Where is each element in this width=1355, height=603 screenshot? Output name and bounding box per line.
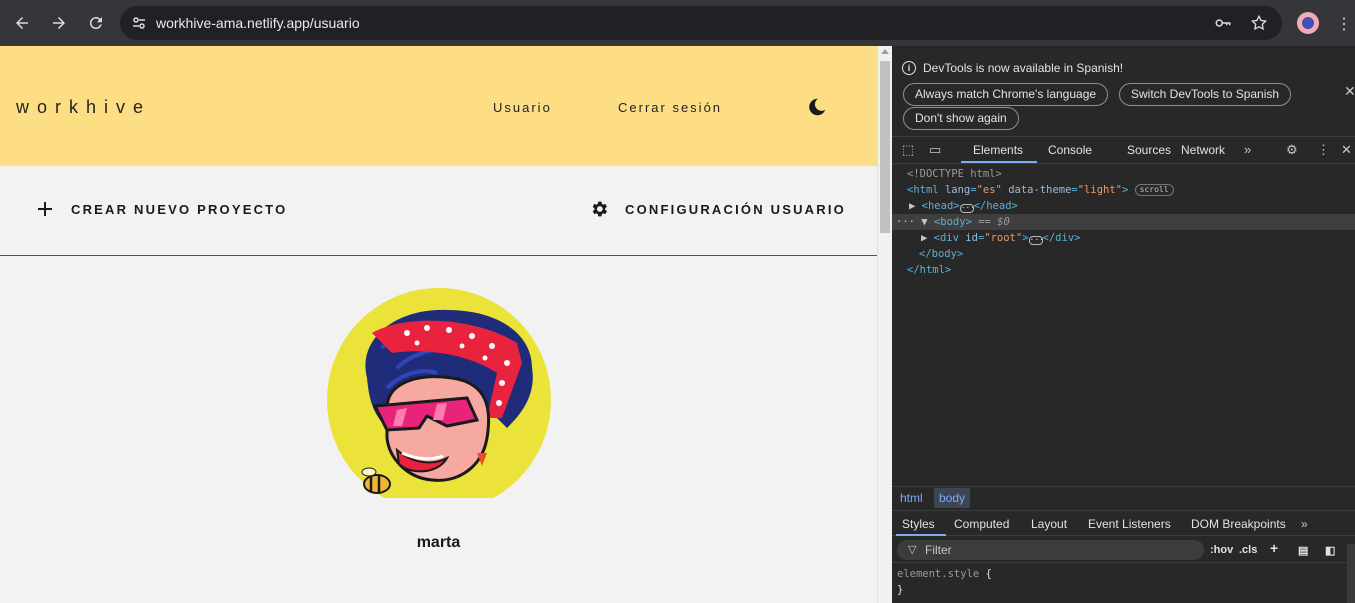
inspect-element-icon[interactable]: ⬚ bbox=[902, 142, 914, 158]
crumb-html[interactable]: html bbox=[900, 491, 923, 505]
dark-mode-toggle-icon[interactable] bbox=[806, 96, 828, 118]
profile-avatar[interactable] bbox=[1297, 12, 1319, 34]
url-text[interactable]: workhive-ama.netlify.app/usuario bbox=[156, 15, 360, 31]
tab-layout[interactable]: Layout bbox=[1031, 517, 1067, 531]
user-avatar bbox=[327, 288, 551, 498]
toggle-sidebar-icon[interactable]: ◧ bbox=[1325, 544, 1335, 557]
page-scrollbar[interactable] bbox=[877, 46, 892, 603]
user-config-button[interactable]: CONFIGURACIÓN USUARIO bbox=[589, 199, 846, 219]
crumb-body[interactable]: body bbox=[934, 488, 971, 508]
devtools-panel: i DevTools is now available in Spanish! … bbox=[892, 46, 1355, 603]
back-icon[interactable] bbox=[4, 5, 40, 41]
tab-elements[interactable]: Elements bbox=[973, 143, 1023, 157]
ellipsis-icon: ··· bbox=[1028, 235, 1044, 245]
paint-brush-icon[interactable]: ▤ bbox=[1298, 544, 1308, 557]
page-viewport: workhive Usuario Cerrar sesión CREAR NUE… bbox=[0, 46, 877, 603]
element-style-rule[interactable]: element.style { } bbox=[897, 566, 992, 598]
dom-tree: <!DOCTYPE html> <html lang="es" data-the… bbox=[892, 166, 1355, 278]
styles-filter-row: ▽ Filter :hov .cls + ▤ ◧ bbox=[892, 537, 1355, 563]
action-bar: CREAR NUEVO PROYECTO CONFIGURACIÓN USUAR… bbox=[0, 166, 877, 256]
hov-toggle[interactable]: :hov bbox=[1210, 544, 1233, 556]
site-header: workhive Usuario Cerrar sesión bbox=[0, 46, 877, 166]
styles-scrollbar[interactable] bbox=[1347, 544, 1355, 603]
user-config-label: CONFIGURACIÓN USUARIO bbox=[625, 201, 846, 217]
infobar-message: DevTools is now available in Spanish! bbox=[923, 61, 1124, 75]
ellipsis-icon: ··· bbox=[959, 203, 976, 213]
styles-filter-input[interactable]: ▽ Filter bbox=[897, 540, 1204, 560]
nav-link-cerrar-sesion[interactable]: Cerrar sesión bbox=[618, 100, 722, 115]
dom-html-node[interactable]: <html lang="es" data-theme="light"> scro… bbox=[892, 182, 1355, 198]
settings-gear-icon[interactable]: ⚙ bbox=[1286, 142, 1298, 158]
more-panes-icon[interactable]: » bbox=[1301, 517, 1308, 531]
plus-icon bbox=[38, 202, 52, 216]
address-bar[interactable]: workhive-ama.netlify.app/usuario bbox=[120, 6, 1282, 40]
devtools-language-infobar: i DevTools is now available in Spanish! … bbox=[892, 46, 1355, 137]
dom-root-div-node[interactable]: ▶ <div id="root">···</div> bbox=[892, 230, 1355, 246]
tab-event-listeners[interactable]: Event Listeners bbox=[1088, 517, 1171, 531]
device-toolbar-icon[interactable]: ▭ bbox=[929, 142, 941, 158]
nav-link-usuario[interactable]: Usuario bbox=[493, 100, 552, 115]
match-language-button[interactable]: Always match Chrome's language bbox=[903, 83, 1109, 106]
devtools-menu-icon[interactable]: ⋮ bbox=[1317, 142, 1330, 158]
active-styles-tab-indicator bbox=[896, 534, 946, 536]
close-devtools-icon[interactable]: ✕ bbox=[1341, 142, 1352, 158]
scroll-up-arrow-icon[interactable] bbox=[881, 49, 889, 54]
dont-show-again-button[interactable]: Don't show again bbox=[903, 107, 1019, 130]
close-icon[interactable]: ✕ bbox=[1344, 83, 1355, 100]
tab-styles[interactable]: Styles bbox=[902, 517, 935, 531]
forward-icon[interactable] bbox=[41, 5, 77, 41]
reload-icon[interactable] bbox=[78, 5, 114, 41]
cls-toggle[interactable]: .cls bbox=[1239, 544, 1257, 556]
dom-head-node[interactable]: ▶ <head>···</head> bbox=[892, 198, 1355, 214]
scrollbar-thumb[interactable] bbox=[880, 61, 890, 233]
gear-icon bbox=[592, 201, 607, 217]
tab-network[interactable]: Network bbox=[1181, 143, 1225, 157]
breadcrumb: html body bbox=[892, 486, 1355, 508]
user-name: marta bbox=[0, 534, 877, 552]
site-logo[interactable]: workhive bbox=[16, 97, 151, 118]
dom-doctype[interactable]: <!DOCTYPE html> bbox=[892, 166, 1355, 182]
dom-body-node[interactable]: ··· ▼ <body> == $0 bbox=[892, 214, 1355, 230]
dom-html-close[interactable]: </html> bbox=[892, 262, 1355, 278]
switch-spanish-button[interactable]: Switch DevTools to Spanish bbox=[1119, 83, 1292, 106]
new-style-rule-icon[interactable]: + bbox=[1270, 540, 1278, 556]
more-tabs-icon[interactable]: » bbox=[1244, 142, 1251, 157]
browser-toolbar: workhive-ama.netlify.app/usuario ⋮ bbox=[0, 0, 1355, 46]
create-project-button[interactable]: CREAR NUEVO PROYECTO bbox=[35, 199, 287, 219]
scroll-badge[interactable]: scroll bbox=[1134, 184, 1174, 196]
tab-console[interactable]: Console bbox=[1048, 143, 1092, 157]
menu-kebab-icon[interactable]: ⋮ bbox=[1336, 14, 1352, 34]
active-tab-indicator bbox=[961, 161, 1037, 163]
tab-dom-breakpoints[interactable]: DOM Breakpoints bbox=[1191, 517, 1286, 531]
create-project-label: CREAR NUEVO PROYECTO bbox=[71, 201, 288, 217]
info-icon: i bbox=[902, 61, 916, 75]
filter-icon: ▽ bbox=[908, 544, 917, 556]
user-name-text: marta bbox=[416, 534, 461, 551]
tab-sources[interactable]: Sources bbox=[1127, 143, 1171, 157]
devtools-tab-bar: ⬚ ▭ Elements Console Sources Network » ⚙… bbox=[892, 137, 1355, 164]
password-key-icon[interactable] bbox=[1214, 14, 1232, 37]
site-info-icon[interactable] bbox=[122, 15, 156, 31]
bookmark-star-icon[interactable] bbox=[1250, 14, 1268, 37]
dom-body-close[interactable]: </body> bbox=[892, 246, 1355, 262]
styles-tab-bar: Styles Computed Layout Event Listeners D… bbox=[892, 510, 1355, 536]
tab-computed[interactable]: Computed bbox=[954, 517, 1009, 531]
